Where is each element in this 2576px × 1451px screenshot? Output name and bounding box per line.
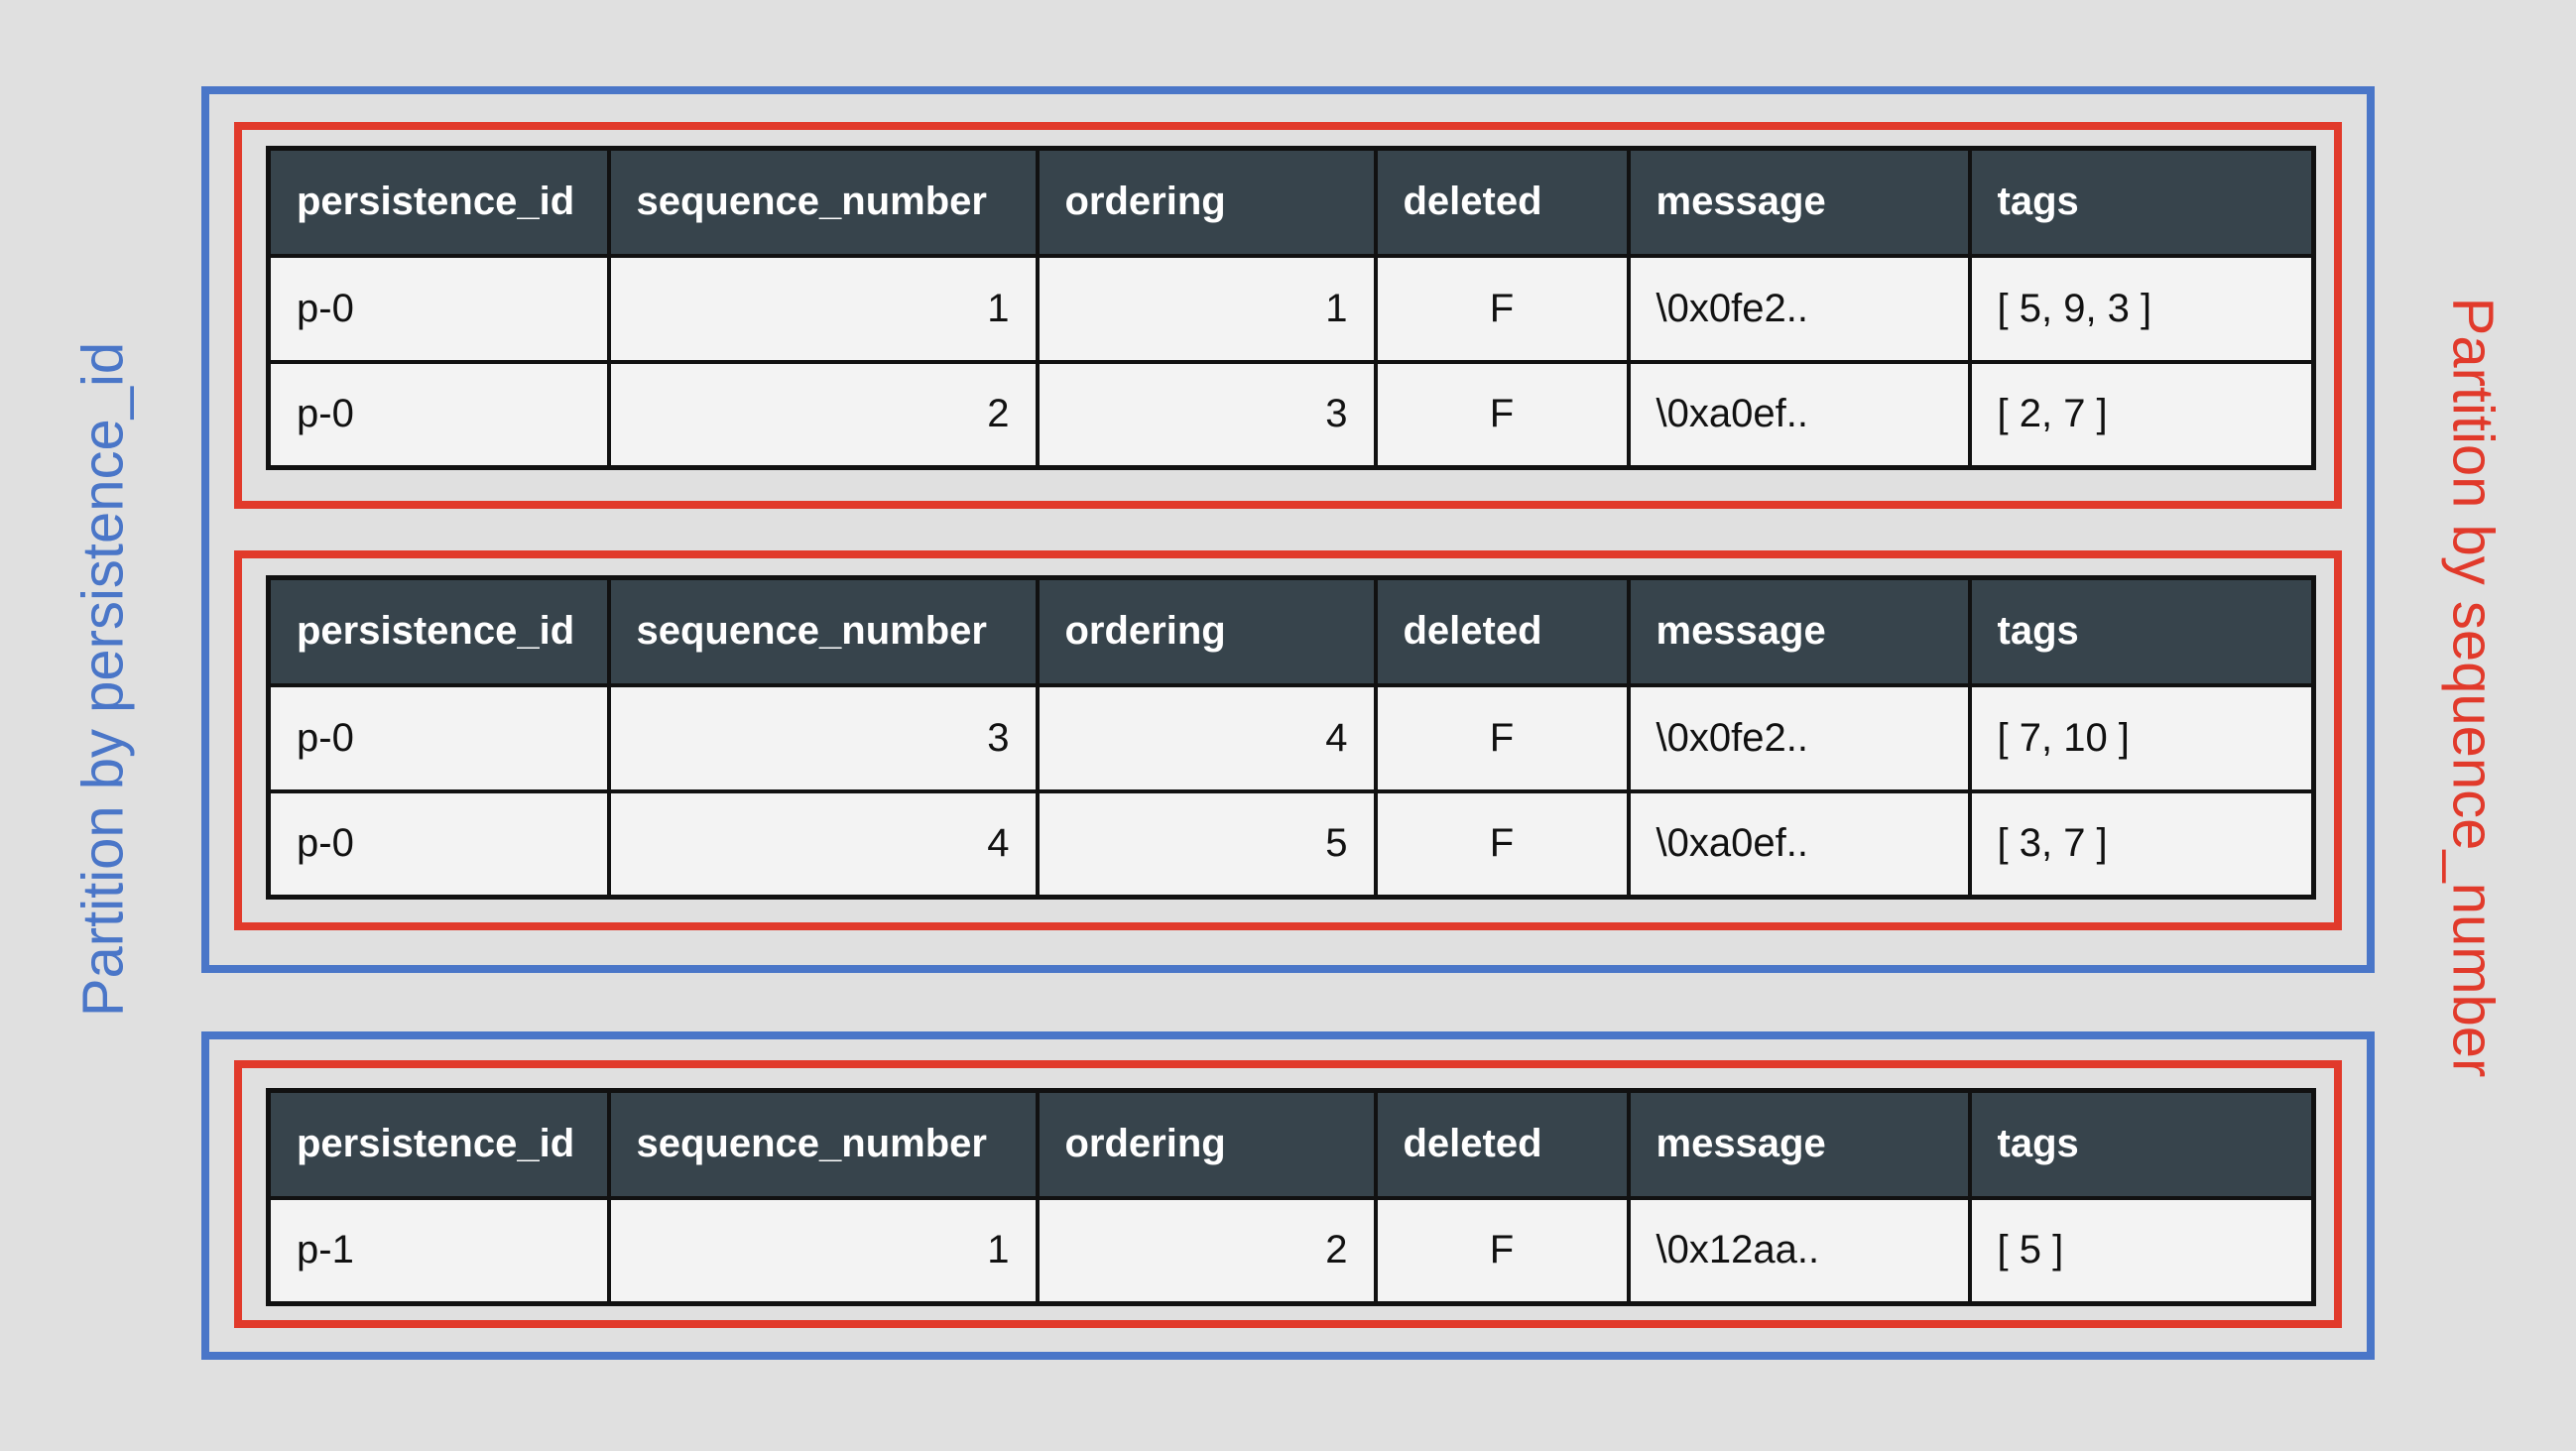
cell-ordering: 4 <box>1035 682 1378 793</box>
cell-tags: [ 3, 7 ] <box>1967 788 2316 900</box>
column-header-deleted: deleted <box>1373 575 1631 687</box>
partition-by-persistence-id-label: Partition by persistence_id <box>70 341 136 1018</box>
column-header-deleted: deleted <box>1373 146 1631 258</box>
cell-ordering: 5 <box>1035 788 1378 900</box>
table-row: p-0 4 5 F \0xa0ef.. [ 3, 7 ] <box>266 788 2316 900</box>
cell-sequence-number: 3 <box>606 682 1040 793</box>
column-header-persistence-id: persistence_id <box>266 1088 611 1200</box>
column-header-ordering: ordering <box>1035 146 1378 258</box>
cell-message: \0x0fe2.. <box>1626 682 1972 793</box>
cell-tags: [ 7, 10 ] <box>1967 682 2316 793</box>
cell-message: \0x0fe2.. <box>1626 253 1972 364</box>
column-header-message: message <box>1626 575 1972 687</box>
column-header-deleted: deleted <box>1373 1088 1631 1200</box>
cell-sequence-number: 1 <box>606 1195 1040 1306</box>
cell-persistence-id: p-0 <box>266 788 611 900</box>
column-header-persistence-id: persistence_id <box>266 575 611 687</box>
column-header-persistence-id: persistence_id <box>266 146 611 258</box>
cell-tags: [ 5 ] <box>1967 1195 2316 1306</box>
table-header-row: persistence_id sequence_number ordering … <box>266 1088 2316 1200</box>
column-header-tags: tags <box>1967 146 2316 258</box>
table-row: p-1 1 2 F \0x12aa.. [ 5 ] <box>266 1195 2316 1306</box>
cell-persistence-id: p-1 <box>266 1195 611 1306</box>
column-header-sequence-number: sequence_number <box>606 1088 1040 1200</box>
cell-persistence-id: p-0 <box>266 253 611 364</box>
cell-deleted: F <box>1373 253 1631 364</box>
column-header-tags: tags <box>1967 575 2316 687</box>
cell-message: \0x12aa.. <box>1626 1195 1972 1306</box>
column-header-message: message <box>1626 1088 1972 1200</box>
partition-table-1: persistence_id sequence_number ordering … <box>266 146 2316 470</box>
table-row: p-0 1 1 F \0x0fe2.. [ 5, 9, 3 ] <box>266 253 2316 364</box>
cell-ordering: 3 <box>1035 359 1378 470</box>
table-row: p-0 2 3 F \0xa0ef.. [ 2, 7 ] <box>266 359 2316 470</box>
cell-ordering: 2 <box>1035 1195 1378 1306</box>
column-header-sequence-number: sequence_number <box>606 575 1040 687</box>
cell-ordering: 1 <box>1035 253 1378 364</box>
column-header-message: message <box>1626 146 1972 258</box>
table-header-row: persistence_id sequence_number ordering … <box>266 575 2316 687</box>
partition-table-3: persistence_id sequence_number ordering … <box>266 1088 2316 1306</box>
column-header-sequence-number: sequence_number <box>606 146 1040 258</box>
cell-deleted: F <box>1373 359 1631 470</box>
cell-sequence-number: 1 <box>606 253 1040 364</box>
cell-persistence-id: p-0 <box>266 359 611 470</box>
cell-persistence-id: p-0 <box>266 682 611 793</box>
cell-deleted: F <box>1373 1195 1631 1306</box>
table-header-row: persistence_id sequence_number ordering … <box>266 146 2316 258</box>
cell-message: \0xa0ef.. <box>1626 788 1972 900</box>
cell-message: \0xa0ef.. <box>1626 359 1972 470</box>
table-row: p-0 3 4 F \0x0fe2.. [ 7, 10 ] <box>266 682 2316 793</box>
partition-table-2: persistence_id sequence_number ordering … <box>266 575 2316 900</box>
cell-deleted: F <box>1373 788 1631 900</box>
column-header-ordering: ordering <box>1035 575 1378 687</box>
cell-sequence-number: 4 <box>606 788 1040 900</box>
cell-sequence-number: 2 <box>606 359 1040 470</box>
partition-by-sequence-number-label: Partition by sequence_number <box>2440 297 2506 1078</box>
cell-tags: [ 5, 9, 3 ] <box>1967 253 2316 364</box>
column-header-tags: tags <box>1967 1088 2316 1200</box>
cell-tags: [ 2, 7 ] <box>1967 359 2316 470</box>
column-header-ordering: ordering <box>1035 1088 1378 1200</box>
cell-deleted: F <box>1373 682 1631 793</box>
